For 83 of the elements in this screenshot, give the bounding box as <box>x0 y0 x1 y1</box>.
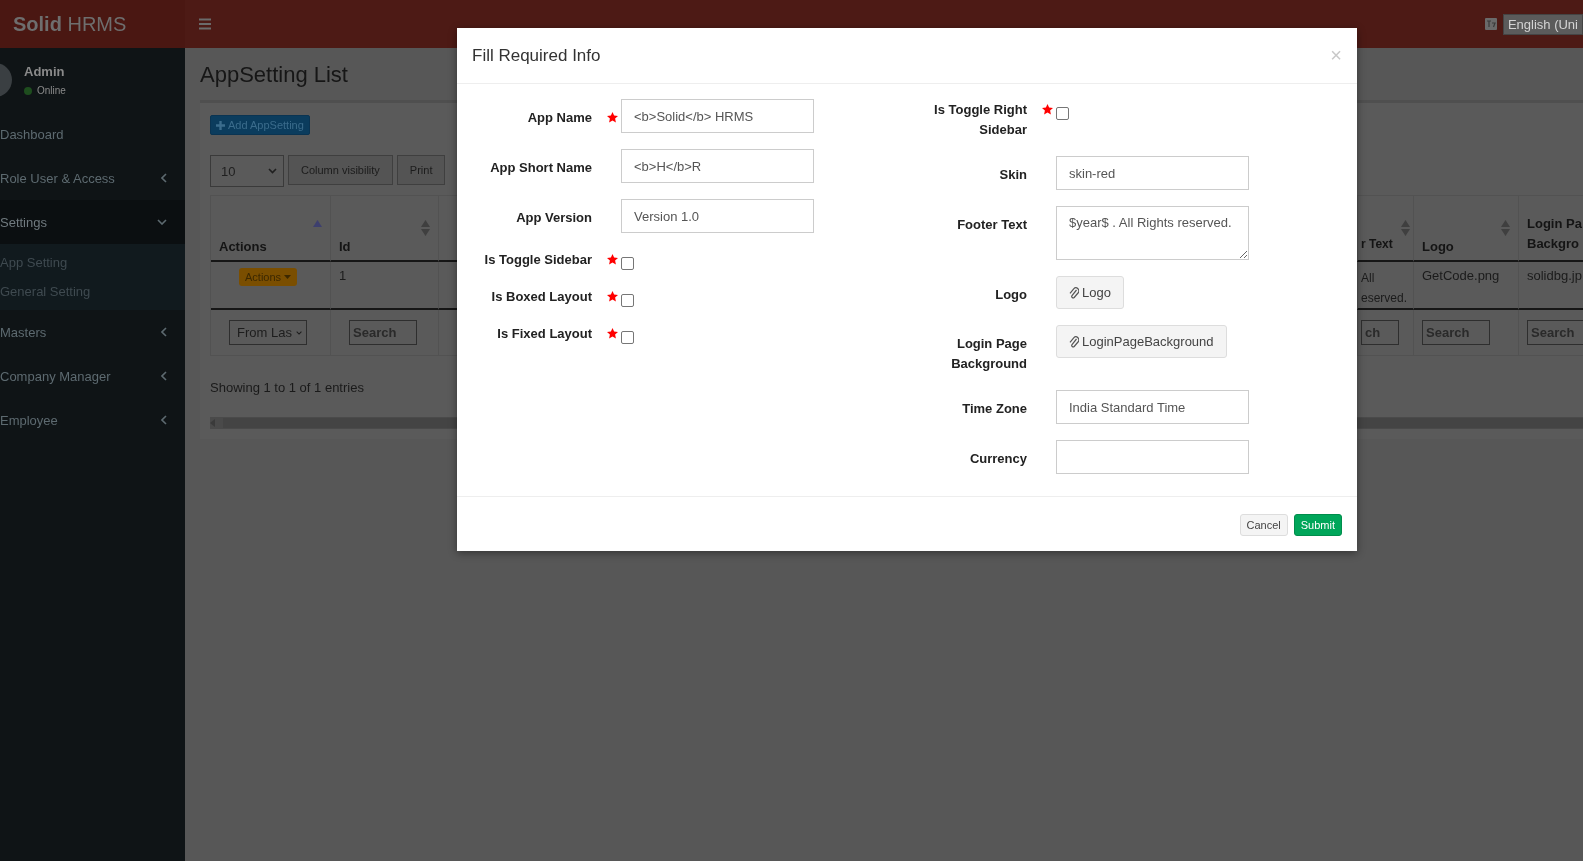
text-field[interactable] <box>1056 440 1249 474</box>
field-label: Is Boxed Layout <box>490 288 592 306</box>
field-label: Time Zone <box>961 400 1027 418</box>
menu-icon[interactable] <box>199 18 211 30</box>
sort-icon <box>421 220 430 236</box>
table-cell: solidbg.jp <box>1527 268 1582 283</box>
text-field[interactable]: <b>Solid</b> HRMS <box>621 99 814 133</box>
chevron-left-icon <box>161 371 167 381</box>
chevron-down-icon <box>295 329 302 336</box>
user-status: Online <box>37 85 66 96</box>
text-field[interactable]: Version 1.0 <box>621 199 814 233</box>
checkbox[interactable] <box>621 331 634 344</box>
sidebar-item[interactable]: Settings <box>0 200 185 244</box>
filter-select[interactable]: From Las <box>229 320 307 345</box>
sort-icon <box>1401 220 1410 236</box>
text-area[interactable]: $year$ . All Rights reserved. <box>1056 206 1249 260</box>
column-header-label: Actions <box>219 239 267 254</box>
table-cell: GetCode.png <box>1422 268 1500 283</box>
translate-icon <box>1484 18 1497 30</box>
text-field[interactable]: India Standard Time <box>1056 390 1249 424</box>
file-upload-button[interactable]: LoginPageBackground <box>1056 325 1227 358</box>
sidebar-item[interactable]: Masters <box>0 310 185 354</box>
file-upload-button[interactable]: Logo <box>1056 276 1124 309</box>
user-name: Admin <box>24 64 66 79</box>
text-field[interactable]: <b>H</b>R <box>621 149 814 183</box>
chevron-left-icon <box>161 173 167 183</box>
sidebar-item[interactable]: Employee <box>0 398 185 442</box>
page-length-select[interactable]: 10 <box>210 155 284 187</box>
sidebar-item[interactable]: Dashboard <box>0 112 185 156</box>
toolbar-button[interactable]: Print <box>396 155 446 185</box>
field-label: App Short Name <box>489 159 592 177</box>
paperclip-icon <box>1069 286 1079 299</box>
sidebar-item-label: Employee <box>0 412 58 428</box>
checkbox[interactable] <box>1056 107 1069 120</box>
column-header[interactable]: Id <box>331 196 439 262</box>
text-field[interactable]: skin-red <box>1056 156 1249 190</box>
field-label: Is Toggle Sidebar <box>483 251 592 269</box>
chevron-left-icon <box>161 327 167 337</box>
sidebar-item-label: Role User & Access <box>0 170 115 186</box>
field-label: App Version <box>515 209 592 227</box>
caret-down-icon <box>284 275 292 279</box>
submit-button[interactable]: Submit <box>1293 514 1342 536</box>
field-label: Logo <box>994 286 1027 304</box>
field-label: App Name <box>526 109 592 127</box>
field-label: Currency <box>968 450 1027 468</box>
field-label: Footer Text <box>956 216 1027 234</box>
chevron-left-icon <box>161 415 167 425</box>
sidebar-item[interactable]: Role User & Access <box>0 156 185 200</box>
column-header-label: Login Pa Backgro <box>1527 215 1583 253</box>
paperclip-icon <box>1069 335 1079 348</box>
cancel-button[interactable]: Cancel <box>1239 514 1288 536</box>
scroll-left-icon <box>210 419 215 427</box>
column-header[interactable]: Actions <box>211 196 331 262</box>
column-header-label: Id <box>339 239 351 254</box>
checkbox[interactable] <box>621 257 634 270</box>
modal-title: Fill Required Info <box>472 45 601 66</box>
close-button[interactable]: × <box>1330 44 1342 67</box>
sidebar-item-label: Dashboard <box>0 126 64 142</box>
table-info: Showing 1 to 1 of 1 entries <box>210 380 365 395</box>
sort-icon <box>1501 220 1510 236</box>
page-title: AppSetting List <box>200 61 348 89</box>
checkbox[interactable] <box>621 294 634 307</box>
field-label: Is Fixed Layout <box>496 325 592 343</box>
column-header-label: Logo <box>1422 239 1454 254</box>
sidebar-item-label: Settings <box>0 214 47 230</box>
chevron-down-icon <box>268 168 277 174</box>
table-cell: All eserved. <box>1361 271 1408 305</box>
column-header[interactable]: Logo <box>1414 196 1519 262</box>
status-dot <box>24 86 32 95</box>
column-header[interactable]: Login Pa Backgro <box>1519 196 1583 262</box>
sidebar-item[interactable]: Company Manager <box>0 354 185 398</box>
field-label: Skin <box>998 166 1027 184</box>
field-label: Is Toggle Right Sidebar <box>933 101 1027 139</box>
actions-dropdown-button[interactable]: Actions <box>239 268 298 286</box>
table-cell: 1 <box>339 268 347 283</box>
sidebar-item-label: Company Manager <box>0 368 111 384</box>
language-select[interactable]: English (Uni <box>1502 13 1583 35</box>
column-header-label: r Text <box>1361 236 1394 253</box>
plus-icon <box>216 120 225 130</box>
chevron-down-icon <box>157 219 167 225</box>
sidebar-item-label: Masters <box>0 324 47 340</box>
field-label: Login Page Background <box>950 335 1027 373</box>
sort-ascending-icon <box>313 220 322 227</box>
